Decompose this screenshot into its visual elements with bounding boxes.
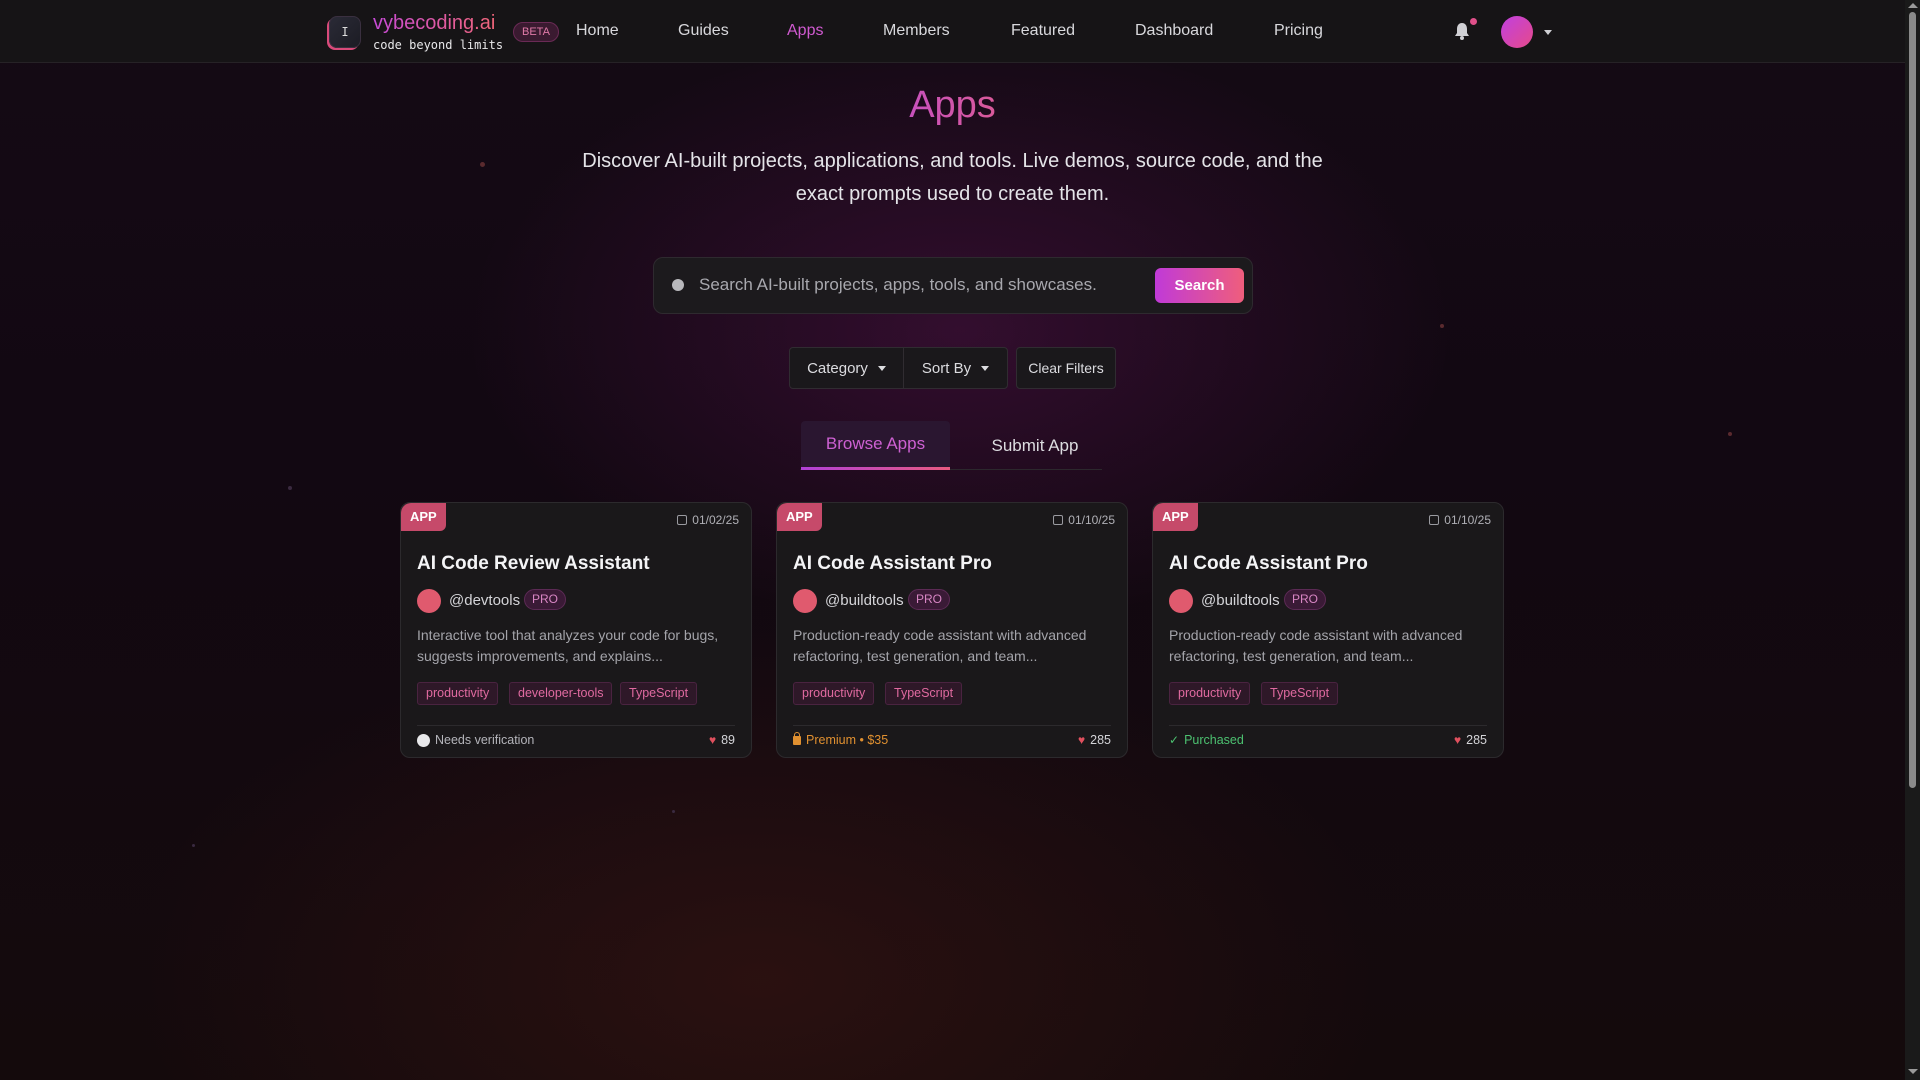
author-avatar[interactable]: [417, 589, 441, 613]
tag-chip[interactable]: productivity: [1169, 682, 1251, 705]
search-button[interactable]: Search: [1155, 268, 1244, 303]
author-avatar[interactable]: [793, 589, 817, 613]
card-date-text: 01/10/25: [1444, 513, 1491, 527]
background-particle: [192, 844, 195, 847]
scroll-up-arrow-icon[interactable]: [1908, 3, 1918, 8]
page-title: Apps: [0, 84, 1905, 127]
card-likes[interactable]: ♥ 285: [1078, 733, 1111, 747]
heart-icon: ♥: [1078, 733, 1086, 747]
app-card[interactable]: APP 01/10/25 AI Code Assistant Pro @buil…: [776, 502, 1128, 758]
nav-guides[interactable]: Guides: [678, 22, 729, 40]
nav-pricing[interactable]: Pricing: [1274, 22, 1323, 40]
card-likes[interactable]: ♥ 89: [709, 733, 735, 747]
caret-down-icon[interactable]: [1544, 30, 1552, 35]
card-status-text: Purchased: [1184, 733, 1244, 747]
sort-by-dropdown[interactable]: Sort By: [903, 347, 1008, 389]
lock-icon: [793, 731, 801, 745]
pro-badge: PRO: [1284, 589, 1327, 610]
pro-badge: PRO: [908, 589, 951, 610]
tag-chip[interactable]: TypeScript: [885, 682, 963, 705]
background-particle: [672, 810, 675, 813]
nav-members[interactable]: Members: [883, 22, 950, 40]
tag-chip[interactable]: developer-tools: [509, 682, 613, 705]
chevron-down-icon: [877, 365, 886, 371]
scrollbar-thumb[interactable]: [1909, 12, 1916, 788]
calendar-icon: [677, 515, 688, 525]
nav-dashboard[interactable]: Dashboard: [1135, 22, 1213, 40]
card-status: Premium • $35: [793, 731, 889, 747]
pro-badge: PRO: [524, 589, 567, 610]
user-avatar[interactable]: [1501, 16, 1533, 48]
app-type-badge: APP: [777, 503, 822, 531]
calendar-icon: [1429, 515, 1440, 525]
bell-icon[interactable]: [1454, 22, 1470, 40]
card-status-text: Needs verification: [435, 733, 535, 747]
clear-filters-button[interactable]: Clear Filters: [1016, 347, 1116, 389]
app-card[interactable]: APP 01/02/25 AI Code Review Assistant @d…: [400, 502, 752, 758]
tag-chip[interactable]: productivity: [417, 682, 499, 705]
tab-browse-apps[interactable]: Browse Apps: [801, 421, 950, 470]
scroll-down-arrow-icon[interactable]: [1908, 1069, 1918, 1074]
tag-chip[interactable]: productivity: [793, 682, 875, 705]
calendar-icon: [1053, 515, 1064, 525]
card-likes[interactable]: ♥ 285: [1454, 733, 1487, 747]
category-dropdown[interactable]: Category: [789, 347, 904, 389]
chevron-down-icon: [981, 365, 990, 371]
card-divider: [417, 725, 735, 726]
background-particle: [288, 486, 292, 490]
card-description: Production-ready code assistant with adv…: [793, 627, 1087, 664]
nav-home[interactable]: Home: [576, 22, 619, 40]
verification-status-icon: [417, 733, 430, 747]
heart-icon: ♥: [1454, 733, 1462, 747]
card-date: 01/10/25: [1053, 513, 1115, 527]
logo-glyph: I: [341, 25, 349, 39]
notification-dot: [1470, 18, 1477, 25]
background-particle: [480, 162, 485, 167]
search-input[interactable]: [699, 270, 1139, 300]
card-date-text: 01/10/25: [1068, 513, 1115, 527]
author-handle[interactable]: @devtools: [449, 592, 520, 609]
card-title[interactable]: AI Code Assistant Pro: [793, 553, 992, 575]
page-description: Discover AI-built projects, applications…: [582, 150, 1323, 205]
card-date: 01/10/25: [1429, 513, 1491, 527]
author-handle[interactable]: @buildtools: [1201, 592, 1280, 609]
sort-by-label: Sort By: [921, 359, 972, 377]
brand-name[interactable]: vybecoding.ai: [373, 12, 495, 35]
nav-featured[interactable]: Featured: [1011, 22, 1075, 40]
nav-apps[interactable]: Apps: [787, 22, 823, 40]
card-description: Production-ready code assistant with adv…: [1169, 627, 1463, 664]
top-navbar: I vybecoding.ai code beyond limits BETA …: [0, 0, 1905, 63]
card-date: 01/02/25: [677, 513, 739, 527]
card-likes-count: 285: [1090, 733, 1111, 747]
card-title[interactable]: AI Code Assistant Pro: [1169, 553, 1368, 575]
app-card[interactable]: APP 01/10/25 AI Code Assistant Pro @buil…: [1152, 502, 1504, 758]
tag-chip[interactable]: TypeScript: [1261, 682, 1339, 705]
tab-submit-app[interactable]: Submit App: [970, 421, 1100, 470]
background-particle: [1440, 324, 1444, 328]
card-status-text: Premium • $35: [806, 733, 889, 747]
card-date-text: 01/02/25: [692, 513, 739, 527]
card-status: ✓ Purchased: [1169, 733, 1244, 747]
card-description: Interactive tool that analyzes your code…: [417, 627, 719, 664]
card-status: Needs verification: [417, 733, 534, 747]
card-likes-count: 89: [721, 733, 735, 747]
card-title[interactable]: AI Code Review Assistant: [417, 553, 650, 575]
check-icon: ✓: [1169, 733, 1180, 747]
author-avatar[interactable]: [1169, 589, 1193, 613]
brand-tagline: code beyond limits: [373, 38, 504, 52]
beta-badge: BETA: [513, 22, 559, 42]
card-divider: [793, 725, 1111, 726]
app-type-badge: APP: [1153, 503, 1198, 531]
brand-logo-icon[interactable]: I: [329, 16, 361, 48]
card-likes-count: 285: [1466, 733, 1487, 747]
search-icon: [672, 279, 684, 291]
category-label: Category: [807, 359, 868, 377]
app-type-badge: APP: [401, 503, 446, 531]
author-handle[interactable]: @buildtools: [825, 592, 904, 609]
tag-chip[interactable]: TypeScript: [620, 682, 698, 705]
background-particle: [1728, 432, 1732, 436]
card-divider: [1169, 725, 1487, 726]
heart-icon: ♥: [708, 733, 717, 747]
